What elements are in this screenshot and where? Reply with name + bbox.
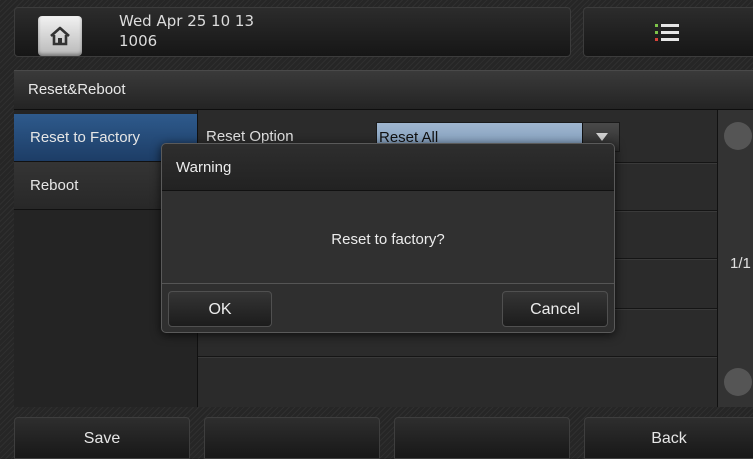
- softkey-2[interactable]: [204, 417, 380, 459]
- page-title: Reset&Reboot: [28, 81, 126, 98]
- softkey-label: Back: [651, 430, 687, 447]
- dialog-header: Warning: [162, 144, 614, 191]
- cancel-button-label: Cancel: [530, 301, 580, 318]
- page-down-button[interactable]: [724, 368, 752, 396]
- menu-item-label: Reboot: [30, 177, 79, 194]
- home-icon: [50, 26, 70, 46]
- row-divider: [198, 356, 717, 358]
- warning-dialog: Warning Reset to factory? OK Cancel: [161, 143, 615, 333]
- home-button[interactable]: [38, 16, 82, 56]
- cancel-button[interactable]: Cancel: [502, 291, 608, 327]
- page-indicator: 1/1: [730, 255, 751, 272]
- ok-button[interactable]: OK: [168, 291, 272, 327]
- date-time: Wed Apr 25 10 13: [119, 12, 254, 30]
- menu-item-label: Reset to Factory: [30, 129, 141, 146]
- softkey-3[interactable]: [394, 417, 570, 459]
- softkey-bar: Save Back: [0, 407, 753, 459]
- dialog-message: Reset to factory?: [331, 231, 445, 248]
- page-title-bar: Reset&Reboot: [14, 70, 753, 110]
- status-bar: Wed Apr 25 10 13 1006: [0, 0, 753, 66]
- page-scroller: 1/1: [717, 110, 753, 407]
- menu-list-icon[interactable]: [655, 22, 679, 44]
- dialog-body: Reset to factory?: [162, 191, 614, 284]
- extension-number: 1006: [119, 32, 158, 50]
- softkey-label: Save: [83, 430, 121, 447]
- dialog-title: Warning: [176, 159, 232, 176]
- save-softkey[interactable]: Save: [14, 417, 190, 459]
- back-softkey[interactable]: Back: [584, 417, 753, 459]
- status-panel: [14, 7, 571, 57]
- ok-button-label: OK: [208, 301, 232, 318]
- page-up-button[interactable]: [724, 122, 752, 150]
- chevron-down-icon: [596, 133, 608, 141]
